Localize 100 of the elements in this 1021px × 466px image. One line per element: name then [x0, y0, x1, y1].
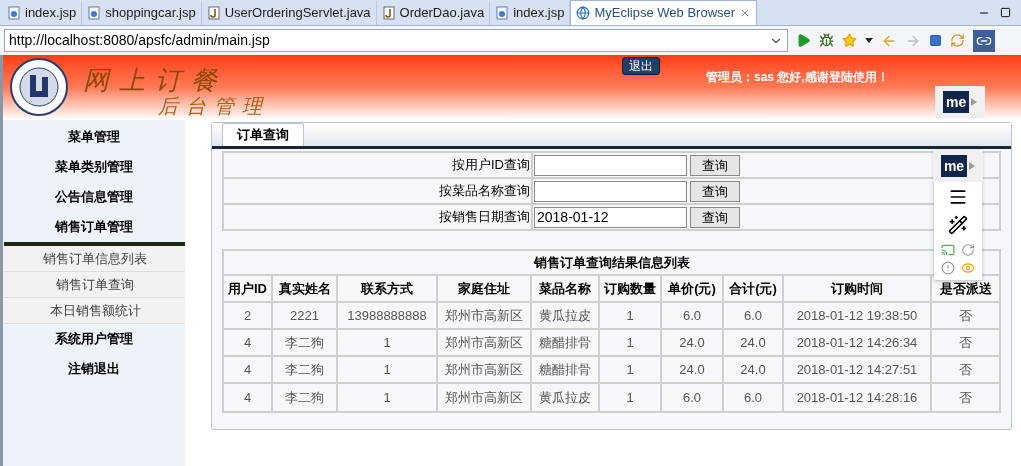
query-button[interactable]: 查询 [690, 206, 740, 228]
document-icon [7, 6, 21, 20]
table-cell: 4 [224, 357, 273, 382]
caret-icon[interactable] [865, 38, 873, 43]
editor-tab[interactable]: MyEclipse Web Browser [570, 0, 758, 25]
column-header: 订购数量 [600, 276, 662, 301]
table-cell-text: 否 [958, 333, 973, 352]
eye-icon[interactable] [961, 261, 975, 275]
cast-icon[interactable] [941, 243, 955, 257]
column-header: 家庭住址 [438, 276, 532, 301]
table-cell: 2221 [273, 303, 338, 328]
column-header: 菜品名称 [532, 276, 600, 301]
table-cell-text: 否 [958, 388, 973, 407]
table-cell: 黄瓜拉皮 [532, 384, 600, 411]
document-icon [87, 6, 102, 20]
column-header: 真实姓名 [273, 276, 338, 301]
query-button[interactable]: 查询 [690, 180, 740, 202]
table-cell: 1 [338, 330, 438, 355]
table-cell: 1 [600, 303, 662, 328]
banner-subtitle: 后台管理 [158, 93, 270, 120]
table-cell: 6.0 [724, 303, 784, 328]
menu-item[interactable]: 菜单类别管理 [3, 152, 185, 182]
table-cell: 2 [224, 303, 273, 328]
extension-button[interactable]: me [932, 150, 984, 182]
editor-tab[interactable]: UserOrderingServlet.java [201, 1, 377, 25]
search-field[interactable] [534, 180, 687, 202]
table-cell-text: 否 [958, 360, 973, 379]
refresh-icon[interactable] [950, 33, 965, 48]
seal-icon [8, 57, 70, 117]
reload-icon[interactable] [961, 243, 975, 257]
column-header: 订购时间 [784, 276, 932, 301]
document-icon [381, 6, 396, 20]
logo-badge: me [943, 91, 970, 113]
column-header: 单价(元) [662, 276, 724, 301]
table-cell: 6.0 [662, 384, 724, 411]
menu-item[interactable]: 注销退出 [3, 354, 185, 384]
table-cell: 李二狗 [273, 330, 338, 355]
table-cell: 李二狗 [273, 384, 338, 411]
column-header: 合计(元) [724, 276, 784, 301]
address-field[interactable]: http://localhost:8080/apsfc/admin/main.jsp [4, 29, 788, 52]
tab[interactable]: 订单查询 [222, 123, 304, 146]
table-cell: 4 [224, 384, 273, 411]
table-cell: 郑州市高新区 [438, 384, 532, 411]
table-cell: 2018-01-12 14:26:34 [784, 330, 932, 355]
table-cell: 郑州市高新区 [438, 357, 532, 382]
column-header: 用户ID [224, 276, 273, 301]
column-header: 联系方式 [338, 276, 438, 301]
table-cell: 13988888888 [338, 303, 438, 328]
document-icon [206, 6, 221, 20]
table-cell: 郑州市高新区 [438, 303, 532, 328]
extension-button[interactable]: me [935, 86, 986, 118]
search-field[interactable] [534, 154, 687, 176]
table-cell: 24.0 [724, 357, 784, 382]
info-icon[interactable] [941, 261, 955, 275]
table-cell: 4 [224, 330, 273, 355]
globe-icon [576, 6, 591, 20]
table-cell: 郑州市高新区 [438, 330, 532, 355]
table-cell: 1 [600, 357, 662, 382]
editor-tab[interactable]: index.jsp [2, 1, 83, 25]
table-cell: 李二狗 [273, 357, 338, 382]
menu-item[interactable]: 系统用户管理 [3, 324, 185, 354]
submenu-item[interactable]: 本日销售额统计 [4, 298, 186, 324]
table-cell: 1 [600, 330, 662, 355]
submenu-item[interactable]: 销售订单查询 [4, 272, 186, 298]
greeting-text: 管理员：sas 您好,感谢登陆使用！ [706, 69, 889, 86]
bug-icon[interactable] [819, 33, 834, 48]
menu-icon[interactable] [948, 187, 968, 207]
table-cell: 24.0 [724, 330, 784, 355]
wand-icon[interactable] [948, 215, 968, 235]
star-icon[interactable] [842, 33, 857, 48]
editor-tab[interactable]: shoppingcar.jsp [82, 1, 202, 25]
table-cell-text: 否 [958, 306, 973, 325]
column-header: 是否派送 [938, 279, 993, 298]
menu-item[interactable]: 公告信息管理 [3, 182, 185, 212]
document-icon [495, 6, 510, 20]
logout-button[interactable]: 退出 [622, 57, 660, 75]
query-button[interactable]: 查询 [690, 154, 740, 176]
menu-item[interactable]: 销售订单管理 [3, 212, 185, 242]
table-cell: 2018-01-12 19:38:50 [784, 303, 932, 328]
table-cell: 糖醋排骨 [532, 357, 600, 382]
stop-icon[interactable] [929, 34, 942, 47]
table-cell: 2018-01-12 14:27:51 [784, 357, 932, 382]
editor-tab[interactable]: OrderDao.java [376, 1, 491, 25]
search-field[interactable]: 2018-01-12 [534, 206, 687, 228]
table-cell: 黄瓜拉皮 [532, 303, 600, 328]
table-cell: 6.0 [724, 384, 784, 411]
table-cell: 24.0 [662, 330, 724, 355]
maximize-icon[interactable] [1000, 7, 1011, 18]
table-cell: 6.0 [662, 303, 724, 328]
banner-title: 网上订餐 [83, 64, 227, 96]
table-cell: 糖醋排骨 [532, 330, 600, 355]
link-icon[interactable] [973, 29, 995, 52]
play-icon[interactable] [796, 33, 811, 48]
table-cell: 1 [338, 357, 438, 382]
submenu-item[interactable]: 销售订单信息列表 [4, 246, 186, 272]
table-cell: 1 [338, 384, 438, 411]
menu-item[interactable]: 菜单管理 [3, 122, 185, 152]
logo-badge: me [940, 155, 968, 177]
table-cell: 2018-01-12 14:28:16 [784, 384, 932, 411]
table-cell: 24.0 [662, 357, 724, 382]
